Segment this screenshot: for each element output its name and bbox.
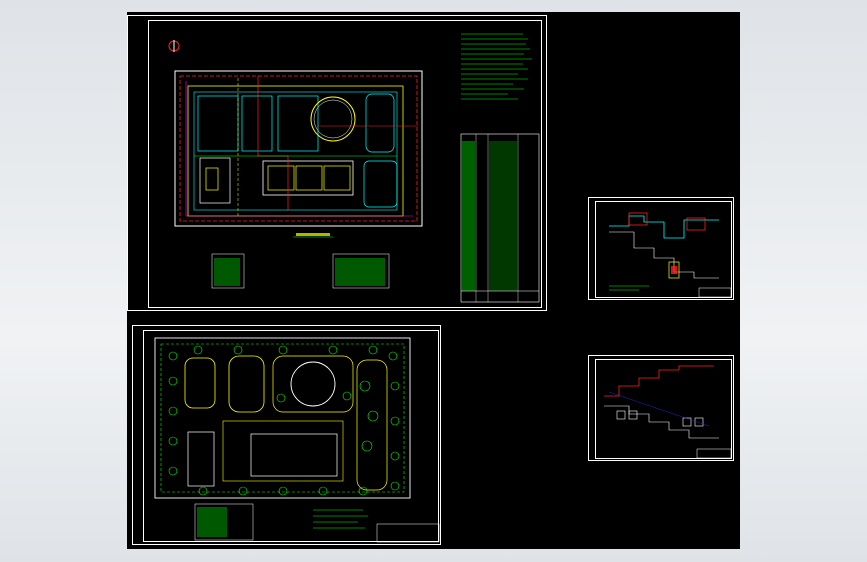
site-plan-sheet[interactable] — [127, 15, 547, 311]
pipe-profile-sheet[interactable] — [588, 197, 734, 300]
landscape-plan-sheet[interactable] — [132, 325, 441, 545]
drawing-canvas[interactable] — [127, 12, 740, 549]
site-plan-drawing — [168, 29, 540, 303]
landscape-plan-drawing — [154, 337, 440, 543]
equipment-schedule-table — [460, 133, 540, 303]
elevation-profile-sheet[interactable] — [588, 355, 734, 461]
pipe-profile-drawing — [609, 212, 732, 298]
elevation-profile-drawing — [604, 365, 732, 459]
general-notes-block — [460, 29, 534, 101]
north-arrow-icon — [168, 40, 180, 52]
